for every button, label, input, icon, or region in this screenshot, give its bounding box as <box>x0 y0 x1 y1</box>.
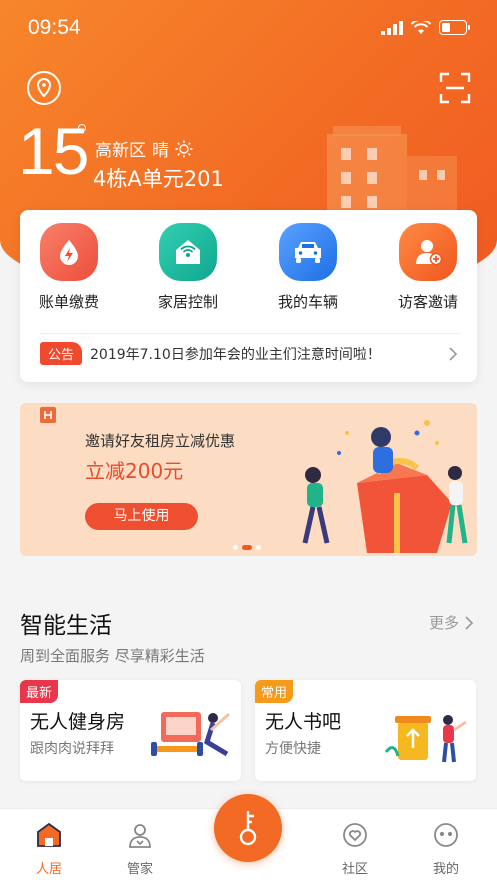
tab-label: 我的 <box>432 862 459 877</box>
recycle-bin-illustration <box>384 715 467 763</box>
butler-icon <box>129 824 151 848</box>
quick-action-label: 我的车辆 <box>277 293 338 311</box>
brand-logo <box>40 407 56 423</box>
bottom-tab-bar: 人居 管家 社区 我的 <box>0 794 497 883</box>
battery-icon <box>439 20 470 35</box>
status-time: 09:54 <box>28 16 81 39</box>
status-icons <box>381 20 471 35</box>
more-link[interactable]: 更多 <box>429 612 475 633</box>
carousel-dot <box>256 545 261 550</box>
home-icon <box>37 822 61 847</box>
chevron-right-icon <box>465 615 474 630</box>
carousel-indicator <box>233 545 261 550</box>
carousel-dot-active <box>242 545 252 550</box>
more-link-label: 更多 <box>428 614 459 632</box>
card-badge-new: 最新 <box>20 680 59 703</box>
quick-action-label: 账单缴费 <box>38 293 99 311</box>
weather-condition: 晴 <box>152 141 169 161</box>
gift-celebration-illustration <box>302 420 468 553</box>
smart-home-icon <box>159 223 217 281</box>
home-address: 4栋A单元201 <box>93 167 224 191</box>
door-key-button[interactable] <box>214 794 282 862</box>
quick-actions: 账单缴费 家居控制 我的车辆 访客邀请 <box>20 210 477 330</box>
quick-action-bill-payment[interactable]: 账单缴费 <box>14 223 124 312</box>
card-title: 无人书吧 <box>265 711 342 733</box>
card-title: 无人健身房 <box>30 711 126 733</box>
key-icon <box>239 811 257 846</box>
carousel-dot <box>233 545 238 550</box>
tab-label: 人居 <box>35 862 62 877</box>
announcement-text: 2019年7.10日参加年会的业主们注意时间啦！ <box>90 346 381 363</box>
card-description: 方便快捷 <box>265 741 321 757</box>
map-pin-icon[interactable] <box>26 70 62 106</box>
tab-community[interactable]: 社区 <box>320 821 390 877</box>
announcement-badge: 公告 <box>40 342 83 365</box>
district-label: 高新区 <box>95 141 146 161</box>
quick-action-home-control[interactable]: 家居控制 <box>133 223 243 312</box>
fitness-illustration <box>151 712 230 757</box>
use-now-button[interactable]: 马上使用 <box>85 503 198 530</box>
quick-action-label: 访客邀请 <box>397 293 458 311</box>
profile-face-icon <box>434 823 458 847</box>
quick-action-visitor-invite[interactable]: 访客邀请 <box>373 223 483 312</box>
section-title-smart-life: 智能生活 <box>20 613 112 639</box>
weather-summary: 高新区 晴 <box>95 136 193 161</box>
tab-label: 社区 <box>341 862 368 877</box>
quick-action-label: 家居控制 <box>157 293 218 311</box>
building-illustration <box>327 126 457 221</box>
service-card-book-bar[interactable]: 常用 无人书吧 方便快捷 <box>255 680 476 781</box>
card-badge-common: 常用 <box>255 680 294 703</box>
car-icon <box>279 223 337 281</box>
chevron-right-icon <box>449 346 458 361</box>
tab-label: 管家 <box>126 862 153 877</box>
service-card-gym[interactable]: 最新 无人健身房 跟肉肉说拜拜 <box>20 680 241 781</box>
quick-actions-card: 账单缴费 家居控制 我的车辆 访客邀请 公告 2019年7.10日参加年会的业主… <box>20 210 477 382</box>
section-subtitle: 周到全面服务 尽享精彩生活 <box>20 647 205 665</box>
tab-profile[interactable]: 我的 <box>411 821 481 877</box>
scan-icon[interactable] <box>439 72 471 104</box>
sun-icon <box>175 140 193 157</box>
tab-butler[interactable]: 管家 <box>105 821 175 877</box>
tab-home[interactable]: 人居 <box>14 821 84 877</box>
community-heart-icon <box>343 823 367 847</box>
banner-discount: 立减200元 <box>85 459 184 483</box>
status-bar: 09:54 <box>0 0 497 58</box>
add-user-icon <box>399 223 457 281</box>
water-drop-bolt-icon <box>40 223 98 281</box>
promo-banner[interactable]: 邀请好友租房立减优惠 立减200元 马上使用 <box>20 403 477 556</box>
signal-icon <box>381 20 403 35</box>
degree-mark <box>78 124 86 132</box>
wifi-icon <box>411 20 431 34</box>
banner-title: 邀请好友租房立减优惠 <box>85 432 236 450</box>
quick-action-my-vehicle[interactable]: 我的车辆 <box>253 223 363 312</box>
announcement-bar[interactable]: 公告 2019年7.10日参加年会的业主们注意时间啦！ <box>40 333 460 373</box>
temperature: 15 <box>18 114 89 188</box>
card-description: 跟肉肉说拜拜 <box>30 741 114 757</box>
